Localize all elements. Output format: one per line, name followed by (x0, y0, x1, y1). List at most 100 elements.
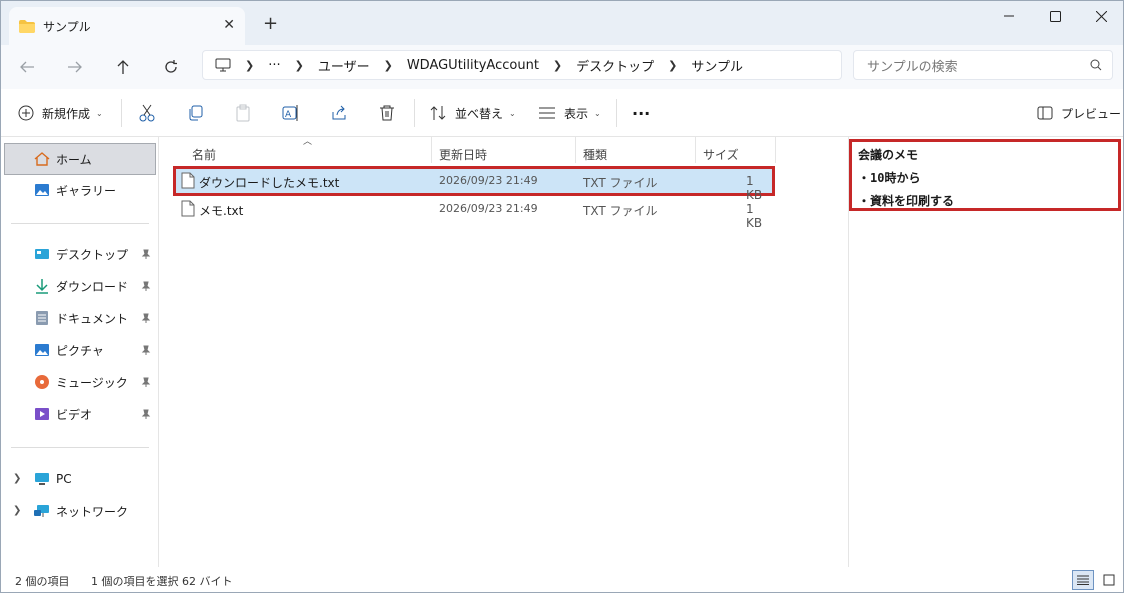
document-icon (34, 310, 50, 326)
music-icon (34, 374, 50, 390)
download-icon (34, 278, 50, 294)
pin-icon[interactable] (141, 344, 151, 358)
pin-icon[interactable] (141, 248, 151, 262)
file-explorer-window: サンプル ✕ + ❯ ··· ❯ ユーザー ❯ WDAGUtilityAccou… (0, 0, 1124, 593)
file-row[interactable]: メモ.txt 2026/09/23 21:49 TXT ファイル 1 KB (176, 197, 772, 230)
gallery-icon (34, 182, 50, 198)
column-divider[interactable] (775, 137, 776, 163)
sidebar-item-desktop[interactable]: デスクトップ (1, 238, 157, 270)
share-button[interactable] (330, 101, 348, 125)
breadcrumb-sample[interactable]: サンプル (691, 56, 743, 75)
preview-pane-icon (1037, 106, 1053, 120)
view-list-icon (539, 107, 555, 119)
computer-icon (215, 58, 231, 72)
chevron-right-icon: ❯ (668, 58, 678, 72)
paste-button (234, 101, 252, 125)
new-button[interactable]: 新規作成 ⌄ (18, 101, 103, 125)
pin-icon[interactable] (141, 408, 151, 422)
column-header-type[interactable]: 種類 (583, 142, 607, 166)
breadcrumb-desktop[interactable]: デスクトップ (576, 56, 654, 75)
copy-button[interactable] (186, 101, 204, 125)
tab-sample[interactable]: サンプル ✕ (9, 7, 245, 45)
rename-button[interactable]: A (282, 101, 300, 125)
large-icons-view-button[interactable] (1098, 570, 1120, 590)
chevron-down-icon: ⌄ (594, 108, 601, 118)
maximize-button[interactable] (1032, 5, 1078, 27)
sidebar-item-pictures[interactable]: ピクチャ (1, 334, 157, 366)
navigation-pane: ホーム ギャラリー デスクトップ ダウンロード ドキュメント ピクチャ ミュージ… (1, 137, 159, 567)
selection-info: 1 個の項目を選択 62 バイト (91, 575, 233, 588)
chevron-right-icon[interactable]: ❯ (13, 473, 21, 484)
clipboard-icon (236, 104, 250, 122)
chevron-right-icon[interactable]: ❯ (13, 505, 21, 516)
file-size: 1 KB (746, 202, 763, 230)
up-arrow-icon (117, 60, 129, 74)
text-file-icon (181, 200, 195, 220)
new-label: 新規作成 (42, 106, 91, 121)
breadcrumb-account[interactable]: WDAGUtilityAccount (407, 58, 539, 73)
forward-arrow-icon (68, 61, 82, 73)
minimize-button[interactable] (986, 5, 1032, 27)
refresh-icon (165, 60, 177, 73)
navigation-bar: ❯ ··· ❯ ユーザー ❯ WDAGUtilityAccount ❯ デスクト… (1, 45, 1123, 89)
pin-icon[interactable] (141, 376, 151, 390)
preview-line: 会議のメモ (858, 148, 919, 162)
up-button[interactable] (111, 55, 135, 79)
sidebar-item-label: デスクトップ (56, 247, 129, 262)
address-bar[interactable]: ❯ ··· ❯ ユーザー ❯ WDAGUtilityAccount ❯ デスクト… (202, 50, 842, 80)
details-view-button[interactable] (1072, 570, 1094, 590)
close-window-button[interactable] (1078, 5, 1123, 27)
chevron-right-icon: ❯ (294, 58, 304, 72)
pin-icon[interactable] (141, 312, 151, 326)
sidebar-item-music[interactable]: ミュージック (1, 366, 157, 398)
pictures-icon (34, 342, 50, 358)
pin-icon[interactable] (141, 280, 151, 294)
sidebar-item-label: ドキュメント (56, 311, 129, 326)
more-options-button[interactable]: ··· (632, 101, 650, 125)
chevron-down-icon: ⌄ (509, 108, 516, 118)
large-icons-view-icon (1103, 574, 1115, 586)
details-view-icon (1077, 575, 1089, 585)
text-file-icon (181, 172, 195, 192)
desktop-icon (34, 246, 50, 262)
column-divider[interactable] (695, 137, 696, 163)
file-name: ダウンロードしたメモ.txt (199, 176, 340, 190)
column-header-size[interactable]: サイズ (703, 142, 739, 166)
column-header-date[interactable]: 更新日時 (439, 142, 487, 166)
new-tab-button[interactable]: + (263, 13, 278, 34)
delete-button[interactable] (378, 101, 396, 125)
sort-icon (430, 106, 446, 120)
preview-pane: 会議のメモ ・10時から ・資料を印刷する (848, 137, 1123, 567)
sidebar-item-network[interactable]: ❯ ネットワーク (1, 495, 157, 527)
sidebar-item-downloads[interactable]: ダウンロード (1, 270, 157, 302)
sidebar-item-label: ビデオ (56, 407, 93, 422)
sort-button[interactable]: 並べ替え ⌄ (429, 101, 516, 125)
preview-pane-button[interactable]: プレビュー (1037, 101, 1121, 125)
sidebar-item-documents[interactable]: ドキュメント (1, 302, 157, 334)
breadcrumb-users[interactable]: ユーザー (318, 56, 370, 75)
sidebar-item-videos[interactable]: ビデオ (1, 398, 157, 430)
back-button[interactable] (15, 55, 39, 79)
sidebar-item-label: ミュージック (56, 375, 128, 390)
forward-button[interactable] (63, 55, 87, 79)
column-divider[interactable] (575, 137, 576, 163)
breadcrumb-more[interactable]: ··· (268, 58, 280, 73)
back-arrow-icon (20, 61, 34, 73)
chevron-right-icon: ❯ (552, 58, 563, 72)
file-list: ︿ 名前 更新日時 種類 サイズ ダウンロードしたメモ.txt 2026/09/… (160, 137, 848, 567)
sidebar-item-home[interactable]: ホーム (4, 143, 156, 175)
video-icon (34, 406, 50, 422)
refresh-button[interactable] (159, 55, 183, 79)
sidebar-item-gallery[interactable]: ギャラリー (1, 174, 157, 206)
column-divider[interactable] (431, 137, 432, 163)
search-input[interactable]: サンプルの検索 (853, 50, 1113, 80)
view-label: 表示 (564, 106, 589, 121)
sidebar-item-pc[interactable]: ❯ PC (1, 463, 157, 495)
file-row[interactable]: ダウンロードしたメモ.txt 2026/09/23 21:49 TXT ファイル… (173, 166, 775, 202)
file-type: TXT ファイル (583, 204, 658, 218)
tab-close-button[interactable]: ✕ (223, 17, 235, 33)
column-header-name[interactable]: 名前 (192, 142, 216, 166)
view-button[interactable]: 表示 ⌄ (538, 101, 601, 125)
item-count: 2 個の項目 (15, 575, 70, 588)
cut-button[interactable] (138, 101, 156, 125)
